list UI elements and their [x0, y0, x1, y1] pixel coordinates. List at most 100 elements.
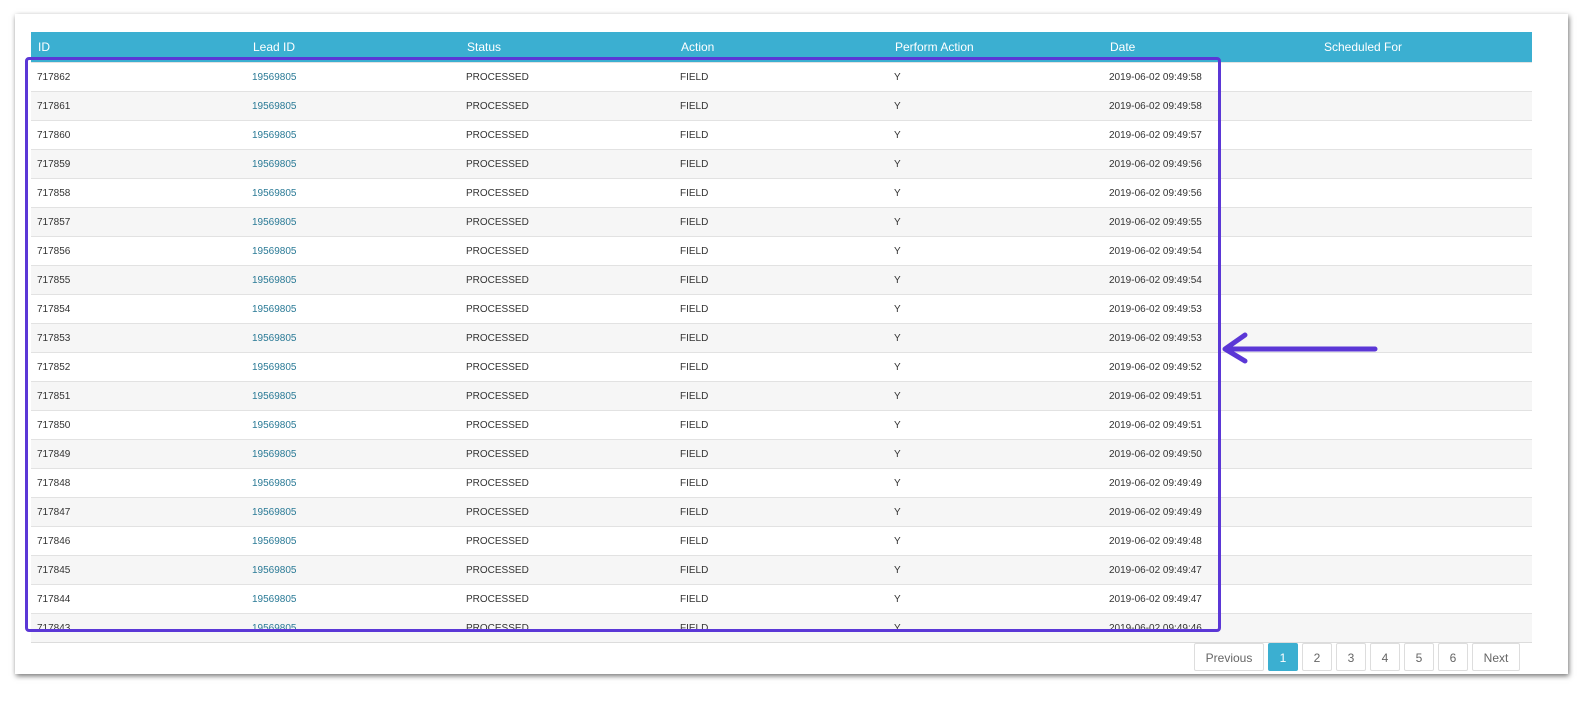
scheduled-for-cell: [1317, 294, 1532, 324]
lead-id-link[interactable]: 19569805: [252, 391, 297, 402]
date-cell: 2019-06-02 09:49:49: [1103, 497, 1317, 527]
perform-action-cell: Y: [888, 91, 1103, 121]
date-cell: 2019-06-02 09:49:48: [1103, 526, 1317, 556]
page-button-6[interactable]: 6: [1438, 643, 1468, 671]
id-cell: 717843: [31, 613, 246, 643]
id-cell: 717849: [31, 439, 246, 469]
page-button-2[interactable]: 2: [1302, 643, 1332, 671]
perform-action-cell: Y: [888, 555, 1103, 585]
status-cell: PROCESSED: [460, 323, 674, 353]
lead-id-link[interactable]: 19569805: [252, 623, 297, 634]
column-header-scheduled-for[interactable]: Scheduled For: [1317, 32, 1532, 63]
scheduled-for-cell: [1317, 120, 1532, 150]
perform-action-cell: Y: [888, 613, 1103, 643]
scheduled-for-cell: [1317, 613, 1532, 643]
perform-action-cell: Y: [888, 526, 1103, 556]
date-cell: 2019-06-02 09:49:54: [1103, 265, 1317, 295]
action-cell: FIELD: [674, 265, 888, 295]
column-header-lead-id[interactable]: Lead ID: [246, 32, 460, 63]
lead-id-link[interactable]: 19569805: [252, 333, 297, 344]
lead-id-link[interactable]: 19569805: [252, 478, 297, 489]
id-cell: 717851: [31, 381, 246, 411]
id-cell: 717850: [31, 410, 246, 440]
perform-action-cell: Y: [888, 468, 1103, 498]
lead-id-link[interactable]: 19569805: [252, 536, 297, 547]
action-cell: FIELD: [674, 236, 888, 266]
status-cell: PROCESSED: [460, 555, 674, 585]
lead-id-cell: 19569805: [246, 294, 460, 324]
page-button-4[interactable]: 4: [1370, 643, 1400, 671]
lead-id-link[interactable]: 19569805: [252, 246, 297, 257]
lead-id-link[interactable]: 19569805: [252, 449, 297, 460]
column-header-action[interactable]: Action: [674, 32, 888, 63]
column-header-perform-action[interactable]: Perform Action: [888, 32, 1103, 63]
lead-id-cell: 19569805: [246, 497, 460, 527]
lead-id-link[interactable]: 19569805: [252, 420, 297, 431]
perform-action-cell: Y: [888, 323, 1103, 353]
perform-action-cell: Y: [888, 62, 1103, 92]
id-cell: 717857: [31, 207, 246, 237]
lead-id-link[interactable]: 19569805: [252, 304, 297, 315]
action-cell: FIELD: [674, 294, 888, 324]
action-cell: FIELD: [674, 497, 888, 527]
date-cell: 2019-06-02 09:49:56: [1103, 178, 1317, 208]
column-header-id[interactable]: ID: [31, 32, 246, 63]
scheduled-for-cell: [1317, 91, 1532, 121]
status-cell: PROCESSED: [460, 207, 674, 237]
id-cell: 717845: [31, 555, 246, 585]
id-cell: 717860: [31, 120, 246, 150]
lead-id-link[interactable]: 19569805: [252, 362, 297, 373]
lead-id-link[interactable]: 19569805: [252, 217, 297, 228]
date-cell: 2019-06-02 09:49:58: [1103, 62, 1317, 92]
date-cell: 2019-06-02 09:49:55: [1103, 207, 1317, 237]
table-row: 717860 19569805 PROCESSED FIELD Y 2019-06-02 …: [31, 120, 1532, 150]
date-cell: 2019-06-02 09:49:58: [1103, 91, 1317, 121]
table-row: 717846 19569805 PROCESSED FIELD Y 2019-06-02 …: [31, 526, 1532, 556]
lead-id-link[interactable]: 19569805: [252, 130, 297, 141]
scheduled-for-cell: [1317, 410, 1532, 440]
action-cell: FIELD: [674, 178, 888, 208]
date-cell: 2019-06-02 09:49:49: [1103, 468, 1317, 498]
page-button-1[interactable]: 1: [1268, 643, 1298, 671]
lead-id-link[interactable]: 19569805: [252, 188, 297, 199]
page-button-3[interactable]: 3: [1336, 643, 1366, 671]
status-cell: PROCESSED: [460, 584, 674, 614]
lead-id-link[interactable]: 19569805: [252, 72, 297, 83]
perform-action-cell: Y: [888, 410, 1103, 440]
previous-page-button[interactable]: Previous: [1194, 643, 1264, 671]
status-cell: PROCESSED: [460, 381, 674, 411]
id-cell: 717854: [31, 294, 246, 324]
lead-id-link[interactable]: 19569805: [252, 594, 297, 605]
action-cell: FIELD: [674, 381, 888, 411]
id-cell: 717862: [31, 62, 246, 92]
page-button-5[interactable]: 5: [1404, 643, 1434, 671]
status-cell: PROCESSED: [460, 410, 674, 440]
action-cell: FIELD: [674, 410, 888, 440]
lead-id-cell: 19569805: [246, 149, 460, 179]
lead-id-link[interactable]: 19569805: [252, 507, 297, 518]
action-cell: FIELD: [674, 62, 888, 92]
action-cell: FIELD: [674, 584, 888, 614]
lead-id-link[interactable]: 19569805: [252, 565, 297, 576]
lead-id-link[interactable]: 19569805: [252, 275, 297, 286]
action-cell: FIELD: [674, 439, 888, 469]
lead-id-link[interactable]: 19569805: [252, 159, 297, 170]
lead-id-cell: 19569805: [246, 323, 460, 353]
id-cell: 717855: [31, 265, 246, 295]
lead-id-cell: 19569805: [246, 178, 460, 208]
action-cell: FIELD: [674, 613, 888, 643]
status-cell: PROCESSED: [460, 178, 674, 208]
lead-id-cell: 19569805: [246, 439, 460, 469]
lead-id-cell: 19569805: [246, 584, 460, 614]
scheduled-for-cell: [1317, 555, 1532, 585]
status-cell: PROCESSED: [460, 120, 674, 150]
lead-id-cell: 19569805: [246, 265, 460, 295]
id-cell: 717861: [31, 91, 246, 121]
column-header-date[interactable]: Date: [1103, 32, 1317, 63]
lead-id-link[interactable]: 19569805: [252, 101, 297, 112]
perform-action-cell: Y: [888, 236, 1103, 266]
next-page-button[interactable]: Next: [1472, 643, 1520, 671]
date-cell: 2019-06-02 09:49:54: [1103, 236, 1317, 266]
column-header-status[interactable]: Status: [460, 32, 674, 63]
status-cell: PROCESSED: [460, 265, 674, 295]
